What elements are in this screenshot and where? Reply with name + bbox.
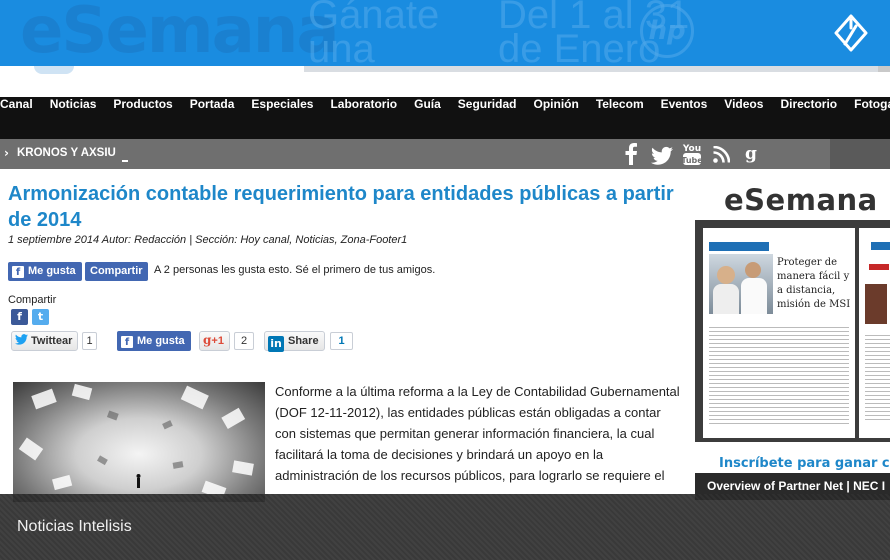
ad-cloud-shape <box>34 66 74 74</box>
fb-like-button[interactable]: f Me gusta <box>8 262 82 281</box>
fb-like-label: Me gusta <box>28 265 76 277</box>
nav-item-portada[interactable]: Portada <box>190 97 235 139</box>
article-image <box>13 382 265 502</box>
magazine-title[interactable]: eSemana <box>724 183 878 217</box>
svg-text:g: g <box>745 144 757 164</box>
top-banner: eSemana Gánate una Del 1 al 31 de Enero … <box>0 0 890 66</box>
nav-item-seguridad[interactable]: Seguridad <box>458 97 517 139</box>
nav-item-eventos[interactable]: Eventos <box>661 97 708 139</box>
ad-strip <box>0 66 890 96</box>
site-logo[interactable]: eSemana <box>20 0 340 66</box>
main-nav: Canal Noticias Productos Portada Especiales L… <box>0 97 890 139</box>
nav-item-productos[interactable]: Productos <box>113 97 172 139</box>
tweet-label: Twittear <box>31 335 73 347</box>
ticker-right-block <box>830 139 890 169</box>
fb-like-2-label: Me gusta <box>137 335 185 347</box>
facebook-share-icon[interactable]: f <box>11 309 28 325</box>
fb-share-label: Compartir <box>90 265 143 277</box>
nav-item-fotogalerias[interactable]: Fotogalerías <box>854 97 890 139</box>
tweet-button[interactable]: Twittear <box>11 331 79 351</box>
magazine-body-lines-2 <box>865 332 890 422</box>
ticker-headline[interactable]: KRONOS Y AXSIU <box>17 147 116 159</box>
twitter-icon <box>15 334 28 345</box>
linkedin-label: Share <box>288 335 319 347</box>
share-label: Compartir <box>8 294 57 306</box>
nav-item-laboratorio[interactable]: Laboratorio <box>330 97 397 139</box>
news-ticker: › KRONOS Y AXSIU You Tube g <box>0 139 830 169</box>
nav-item-opinion[interactable]: Opinión <box>533 97 578 139</box>
subscribe-link[interactable]: Inscríbete para ganar c <box>719 456 890 471</box>
linkedin-icon: in <box>268 336 284 352</box>
chevron-right-icon: › <box>4 146 9 160</box>
linkedin-count: 1 <box>330 332 353 350</box>
facebook-icon[interactable] <box>624 143 638 165</box>
nav-item-telecom[interactable]: Telecom <box>596 97 644 139</box>
facebook-icon: f <box>12 266 24 278</box>
ad-corner <box>878 66 890 72</box>
svg-text:Tube: Tube <box>682 156 702 165</box>
hp-logo: hp <box>640 4 694 58</box>
magazine-red-line <box>869 264 889 270</box>
nav-item-especiales[interactable]: Especiales <box>251 97 313 139</box>
magazine-cover[interactable]: Proteger de manera fácil y a distancia, … <box>695 220 890 442</box>
overlay-title[interactable]: Noticias Intelisis <box>17 518 132 536</box>
nav-item-directorio[interactable]: Directorio <box>780 97 837 139</box>
magazine-page-left: Proteger de manera fácil y a distancia, … <box>703 228 855 438</box>
bottom-overlay-bar: Noticias Intelisis <box>0 494 890 560</box>
fb-like-button-2[interactable]: f Me gusta <box>117 331 191 351</box>
ad-banner-text[interactable]: Gánate una <box>308 0 439 66</box>
svg-text:You: You <box>682 144 701 154</box>
article-title[interactable]: Armonización contable requerimiento para… <box>8 181 688 233</box>
magazine-headline: Proteger de manera fácil y a distancia, … <box>777 257 851 310</box>
google-plus-icon[interactable]: g <box>744 144 758 164</box>
linkedin-share-button[interactable]: in Share <box>264 331 325 352</box>
facebook-icon: f <box>121 336 133 348</box>
tweet-count: 1 <box>82 332 97 350</box>
article-meta: 1 septiembre 2014 Autor: Redacción | Sec… <box>8 234 408 246</box>
ticker-cursor <box>122 160 128 162</box>
nav-item-guia[interactable]: Guía <box>414 97 441 139</box>
ad-strip-bar <box>304 66 890 72</box>
gplus-label: +1 <box>211 335 224 347</box>
nav-item-canal[interactable]: Canal <box>0 97 33 139</box>
twitter-share-icon[interactable]: t <box>32 309 49 325</box>
gplus-count: 2 <box>234 332 254 350</box>
twitter-icon[interactable] <box>651 145 673 167</box>
magazine-section-tag <box>709 242 769 251</box>
magazine-photo-2 <box>865 284 887 324</box>
fb-share-button[interactable]: Compartir <box>85 262 148 281</box>
magazine-photo <box>709 254 773 314</box>
paper-tunnel-illustration <box>18 383 254 500</box>
intelisis-logo-icon[interactable] <box>832 14 870 52</box>
nav-item-noticias[interactable]: Noticias <box>50 97 97 139</box>
rss-icon[interactable] <box>713 146 730 163</box>
magazine-tag-2 <box>871 242 890 250</box>
nav-item-videos[interactable]: Videos <box>724 97 763 139</box>
magazine-body-lines <box>709 324 849 424</box>
article-body: Conforme a la última reforma a la Ley de… <box>275 384 680 483</box>
magazine-page-right <box>859 228 890 438</box>
youtube-icon[interactable]: You Tube <box>682 141 702 167</box>
like-count-text: A 2 personas les gusta esto. Sé el prime… <box>154 264 436 276</box>
google-plus-button[interactable]: g+1 <box>199 331 230 351</box>
ad-line-2: una <box>308 27 375 66</box>
